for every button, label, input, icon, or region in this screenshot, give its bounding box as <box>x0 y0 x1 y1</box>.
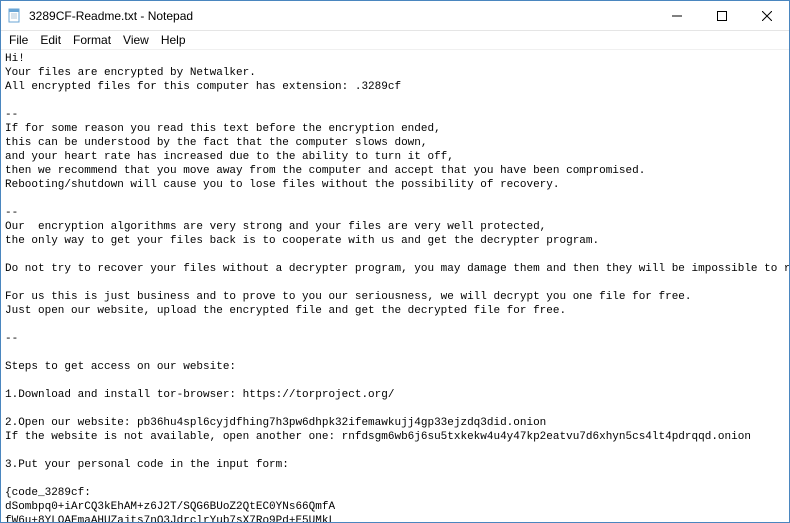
minimize-button[interactable] <box>654 1 699 30</box>
window-title: 3289CF-Readme.txt - Notepad <box>29 9 654 23</box>
menu-format[interactable]: Format <box>67 32 117 48</box>
menu-view[interactable]: View <box>117 32 155 48</box>
menu-help[interactable]: Help <box>155 32 192 48</box>
maximize-button[interactable] <box>699 1 744 30</box>
text-area[interactable]: Hi! Your files are encrypted by Netwalke… <box>1 50 789 522</box>
menu-file[interactable]: File <box>3 32 34 48</box>
menubar: File Edit Format View Help <box>1 31 789 50</box>
menu-edit[interactable]: Edit <box>34 32 67 48</box>
titlebar[interactable]: 3289CF-Readme.txt - Notepad <box>1 1 789 31</box>
close-button[interactable] <box>744 1 789 30</box>
notepad-icon <box>7 8 23 24</box>
window-controls <box>654 1 789 30</box>
